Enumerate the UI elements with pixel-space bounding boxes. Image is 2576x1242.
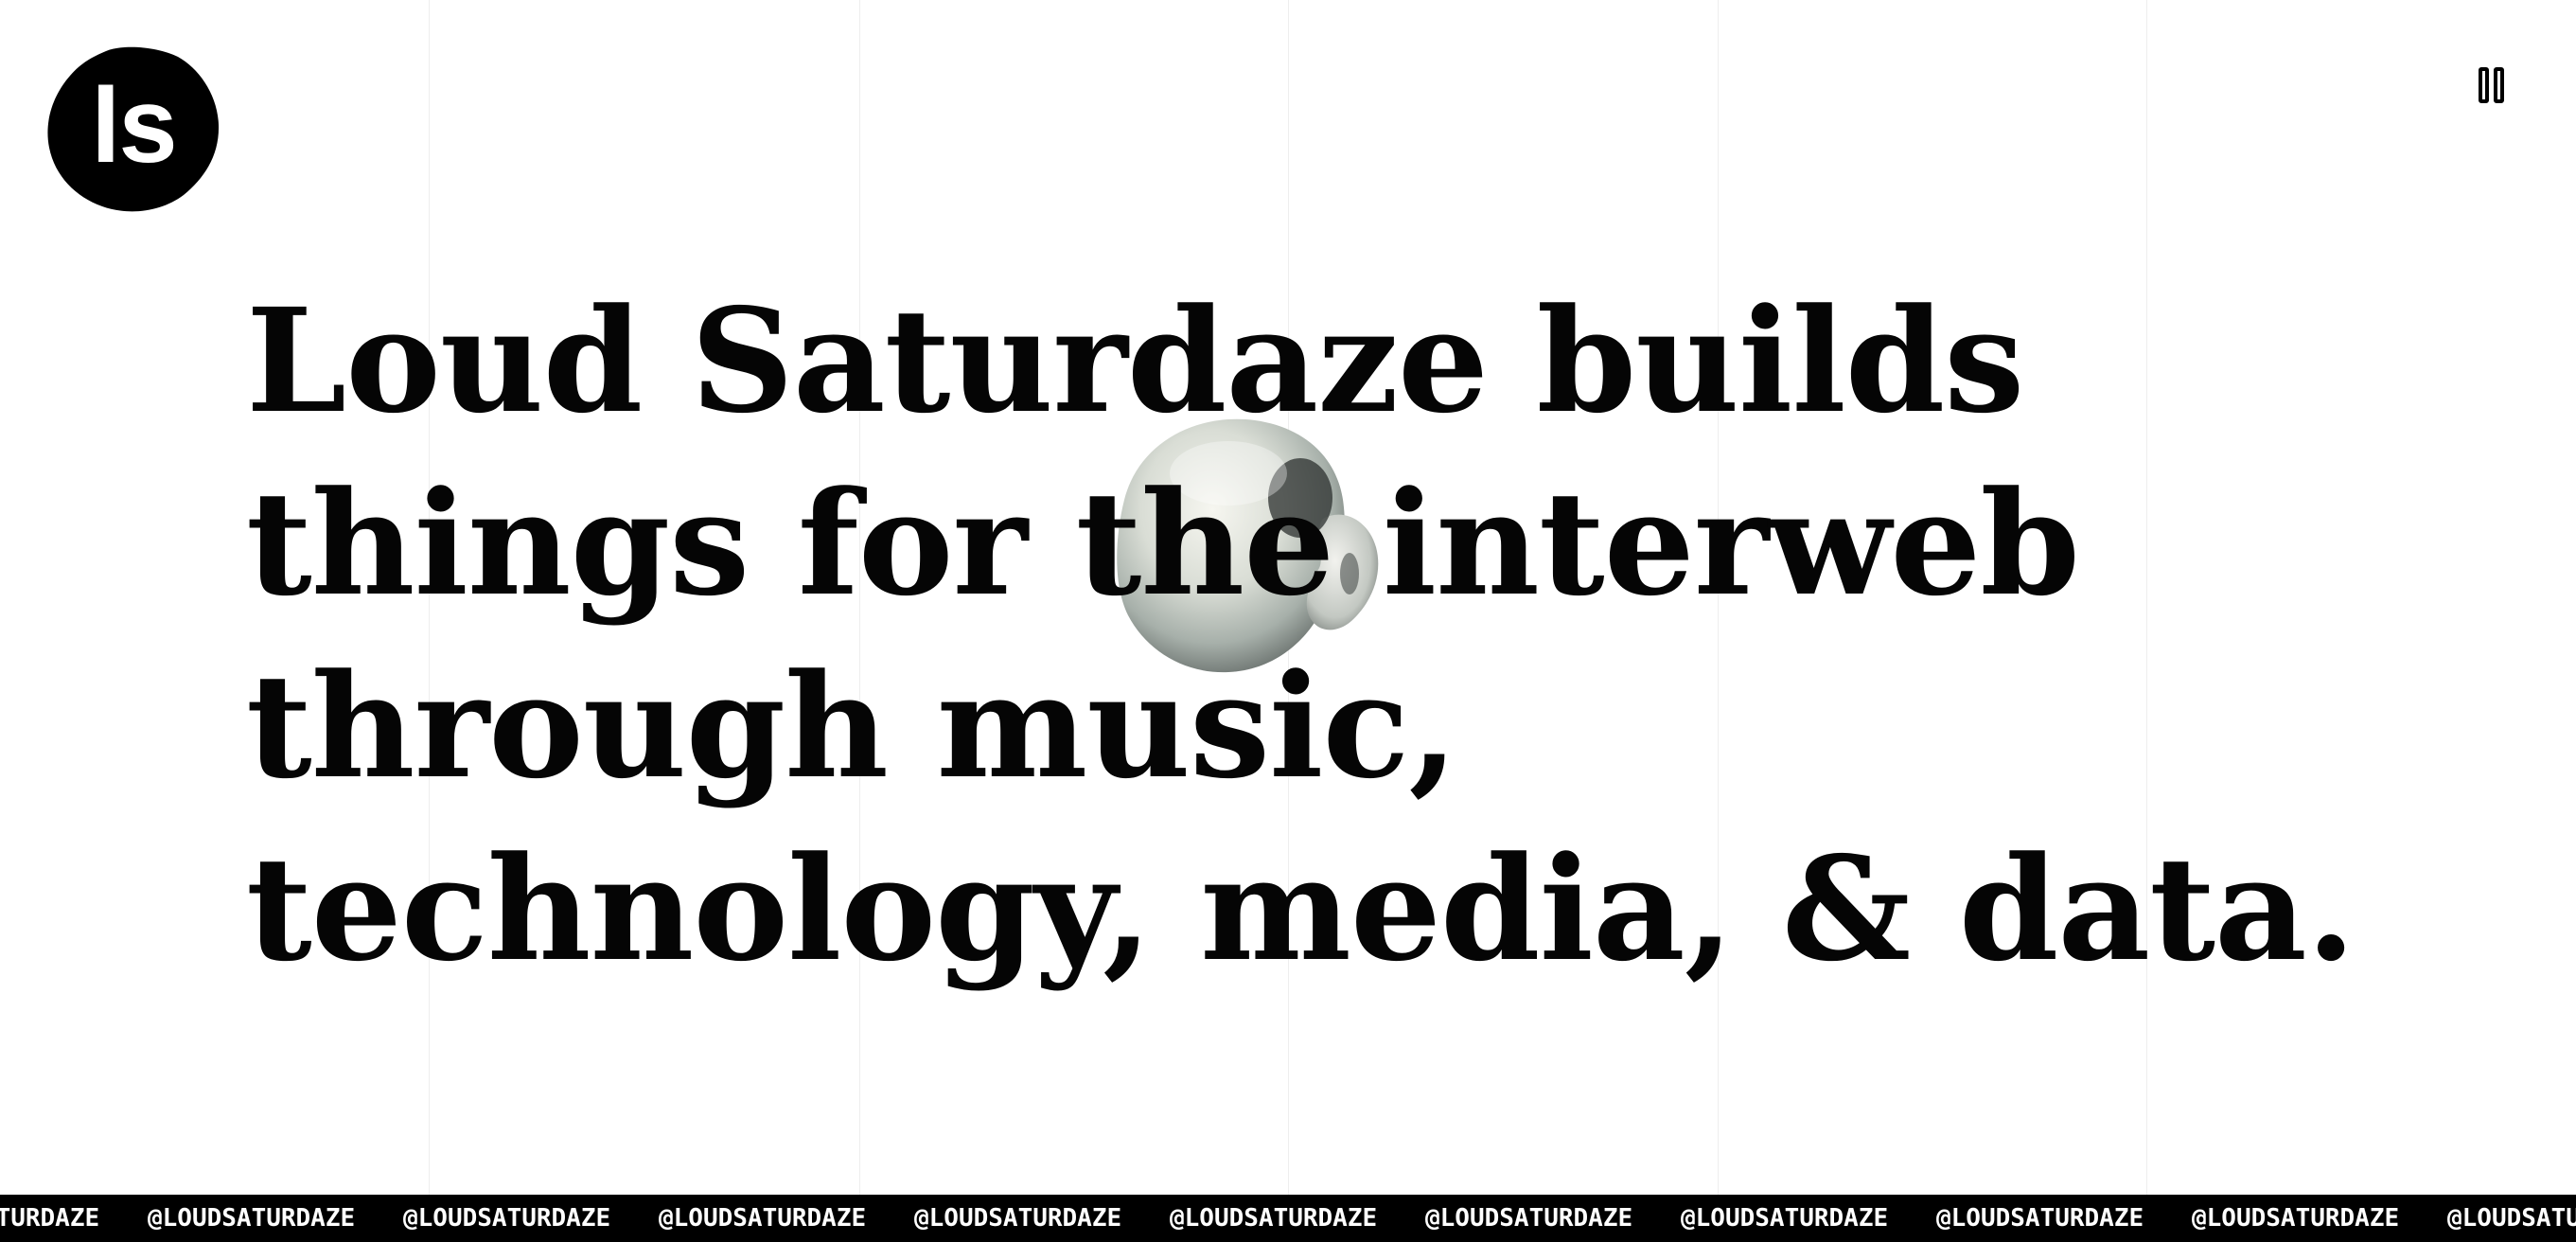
logo-text: ls	[91, 66, 177, 185]
marquee-item: @LOUDSATURDAZE	[0, 1204, 100, 1233]
marquee-item: @LOUDSATURDAZE	[1170, 1204, 1378, 1233]
marquee-banner: @LOUDSATURDAZE @LOUDSATURDAZE @LOUDSATUR…	[0, 1195, 2576, 1242]
marquee-track: @LOUDSATURDAZE @LOUDSATURDAZE @LOUDSATUR…	[0, 1195, 2576, 1242]
marquee-item: @LOUDSATURDAZE	[659, 1204, 867, 1233]
marquee-item: @LOUDSATURDAZE	[1425, 1204, 1633, 1233]
pause-button[interactable]	[2468, 61, 2514, 110]
home-logo-link[interactable]: ls	[47, 45, 220, 214]
pause-icon	[2478, 67, 2489, 103]
marquee-item: @LOUDSATURDAZE	[148, 1204, 356, 1233]
marquee-item: @LOUDSATURDAZE	[1936, 1204, 2144, 1233]
marquee-item: @LOUDSATURDAZE	[2192, 1204, 2400, 1233]
marquee-item: @LOUDSATURDAZE	[2447, 1204, 2576, 1233]
marquee-item: @LOUDSATURDAZE	[1681, 1204, 1889, 1233]
marquee-item: @LOUDSATURDAZE	[403, 1204, 611, 1233]
marquee-item: @LOUDSATURDAZE	[914, 1204, 1122, 1233]
hero-headline: Loud Saturdaze builds things for the int…	[246, 276, 2355, 993]
pause-icon	[2493, 67, 2504, 103]
